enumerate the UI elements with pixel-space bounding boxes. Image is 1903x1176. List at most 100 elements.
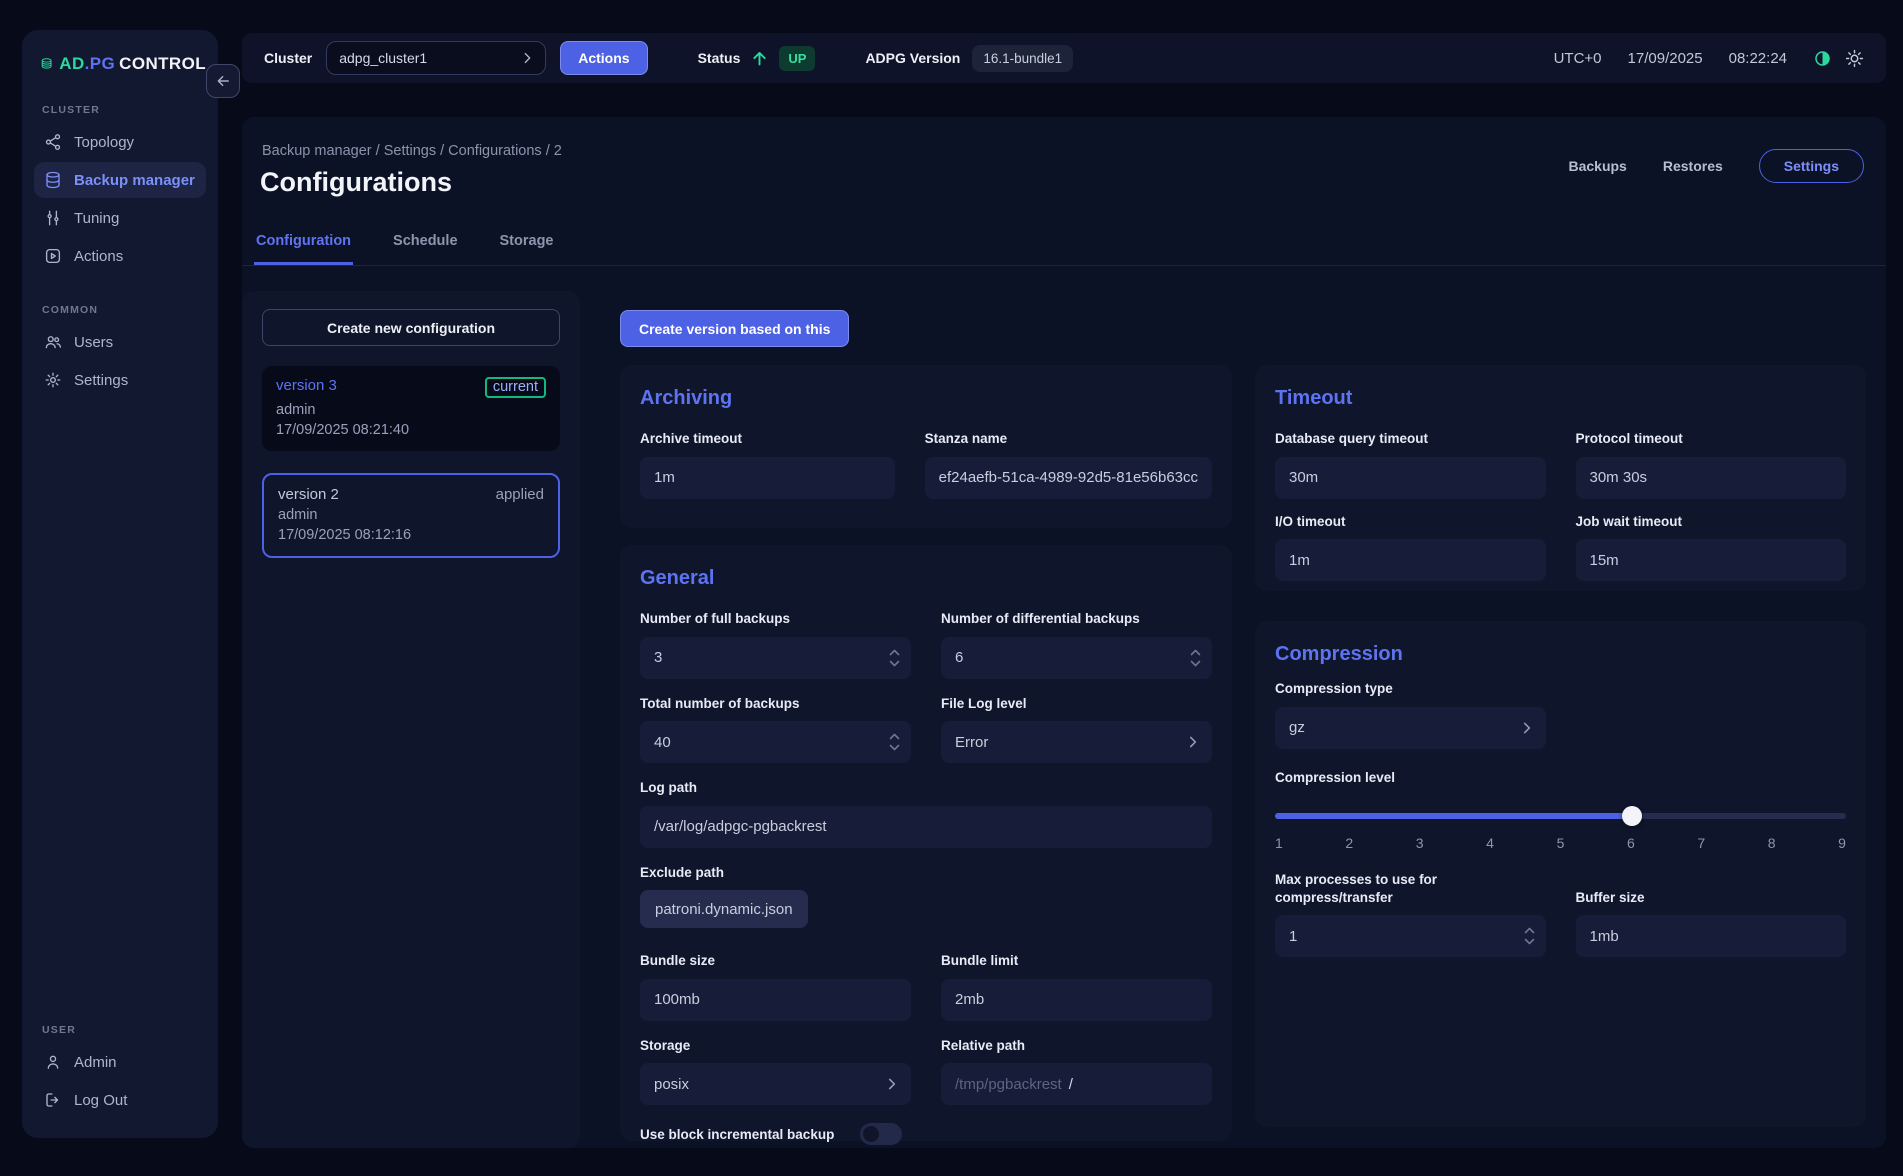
number-stepper[interactable] <box>1524 927 1535 945</box>
tick-label: 5 <box>1556 835 1565 852</box>
storage-select[interactable]: posix <box>640 1063 911 1106</box>
applied-badge: applied <box>495 486 544 503</box>
relative-path-input[interactable]: /tmp/pgbackrest / <box>941 1063 1212 1106</box>
chevron-up-icon[interactable] <box>889 649 900 656</box>
sidebar-item-topology[interactable]: Topology <box>34 124 206 160</box>
timeout-title: Timeout <box>1275 387 1353 409</box>
sidebar-item-tuning[interactable]: Tuning <box>34 200 206 236</box>
backups-button[interactable]: Backups <box>1568 158 1626 174</box>
bundle-size-input[interactable]: 100mb <box>640 978 911 1021</box>
version-name[interactable]: version 2 <box>278 486 339 503</box>
compression-type-label: Compression type <box>1275 681 1393 696</box>
tick-label: 1 <box>1275 835 1283 852</box>
archive-timeout-input[interactable]: 1m <box>640 456 895 499</box>
bundle-size-value: 100mb <box>654 991 700 1009</box>
database-icon <box>46 171 60 189</box>
stanza-name-label: Stanza name <box>924 431 1008 446</box>
log-path-value: /var/log/adpgc-pgbackrest <box>654 818 827 836</box>
chevron-right-icon <box>1523 722 1530 733</box>
theme-contrast-icon[interactable] <box>1813 49 1832 68</box>
breadcrumb[interactable]: Backup manager / Settings / Configuratio… <box>262 143 562 159</box>
compression-type-select[interactable]: gz <box>1275 706 1546 749</box>
timeout-section: Timeout Database query timeout 30m Proto… <box>1255 365 1866 591</box>
archive-timeout-label: Archive timeout <box>640 431 743 446</box>
page-title: Configurations <box>260 167 452 197</box>
relative-path-label: Relative path <box>941 1037 1026 1053</box>
restores-button[interactable]: Restores <box>1663 158 1723 174</box>
protocol-timeout-input[interactable]: 30m 30s <box>1575 456 1846 499</box>
block-incremental-toggle[interactable] <box>860 1123 903 1146</box>
io-timeout-label: I/O timeout <box>1275 513 1346 529</box>
create-new-configuration-button[interactable]: Create new configuration <box>262 309 560 346</box>
compression-level-slider[interactable] <box>1275 806 1846 827</box>
file-log-level-select[interactable]: Error <box>941 721 1212 764</box>
number-stepper[interactable] <box>889 733 900 751</box>
db-query-timeout-input[interactable]: 30m <box>1275 456 1546 499</box>
chevron-down-icon[interactable] <box>1190 660 1201 667</box>
buffer-size-input[interactable]: 1mb <box>1575 915 1846 958</box>
version-author: admin <box>278 507 318 523</box>
sidebar-item-users[interactable]: Users <box>34 324 206 360</box>
actions-button[interactable]: Actions <box>560 41 648 75</box>
diff-backups-input[interactable]: 6 <box>941 636 1212 679</box>
version-name[interactable]: version 3 <box>276 377 337 394</box>
tab-schedule[interactable]: Schedule <box>391 233 459 265</box>
chevron-down-icon[interactable] <box>889 660 900 667</box>
sidebar-item-backup-manager[interactable]: Backup manager <box>34 162 206 198</box>
number-stepper[interactable] <box>1190 649 1201 667</box>
current-badge: current <box>484 377 546 398</box>
cluster-select[interactable]: adpg_cluster1 <box>326 41 547 75</box>
max-processes-input[interactable]: 1 <box>1275 915 1546 958</box>
tab-storage[interactable]: Storage <box>498 233 556 265</box>
sliders-icon <box>47 210 59 226</box>
stanza-name-input[interactable]: ef24aefb-51ca-4989-92d5-81e56b63cc <box>924 456 1212 499</box>
buffer-size-label: Buffer size <box>1575 889 1645 905</box>
chevron-down-icon[interactable] <box>889 744 900 751</box>
job-wait-timeout-input[interactable]: 15m <box>1575 539 1846 582</box>
bundle-limit-input[interactable]: 2mb <box>941 978 1212 1021</box>
chevron-up-icon[interactable] <box>1190 649 1201 656</box>
sidebar-item-label: Admin <box>74 1053 117 1071</box>
sidebar-item-actions[interactable]: Actions <box>34 238 206 274</box>
diff-backups-label: Number of differential backups <box>941 611 1140 626</box>
version-card-3[interactable]: version 3 current admin 17/09/2025 08:21… <box>262 366 560 451</box>
total-backups-input[interactable]: 40 <box>640 721 911 764</box>
max-processes-label: Max processes to use for compress/transf… <box>1275 872 1438 905</box>
tab-configuration[interactable]: Configuration <box>254 233 354 265</box>
full-backups-input[interactable]: 3 <box>640 636 911 679</box>
storage-value: posix <box>654 1075 690 1093</box>
job-wait-timeout-label: Job wait timeout <box>1575 513 1683 529</box>
db-query-timeout-value: 30m <box>1289 469 1319 487</box>
chevron-down-icon[interactable] <box>1524 938 1535 945</box>
version-card-2[interactable]: version 2 applied admin 17/09/2025 08:12… <box>262 473 560 558</box>
chevron-up-icon[interactable] <box>1524 927 1535 934</box>
log-path-label: Log path <box>640 780 697 796</box>
number-stepper[interactable] <box>889 649 900 667</box>
sidebar-item-admin[interactable]: Admin <box>34 1044 206 1080</box>
settings-button[interactable]: Settings <box>1758 149 1864 183</box>
sidebar-item-label: Tuning <box>74 209 120 227</box>
adpg-version-badge: 16.1-bundle1 <box>972 44 1074 72</box>
full-backups-value: 3 <box>654 649 663 667</box>
database-logo-icon <box>41 58 52 69</box>
create-version-button[interactable]: Create version based on this <box>620 310 850 347</box>
sidebar-item-settings[interactable]: Settings <box>34 362 206 398</box>
log-path-input[interactable]: /var/log/adpgc-pgbackrest <box>640 805 1212 848</box>
users-icon <box>45 336 62 349</box>
sidebar-item-label: Backup manager <box>74 171 195 189</box>
slider-track[interactable] <box>1275 806 1846 827</box>
sidebar-item-logout[interactable]: Log Out <box>34 1082 206 1118</box>
app-logo-text: AD.PG CONTROL <box>59 54 206 73</box>
compression-level-ticks: 1 2 3 4 5 6 7 8 9 <box>1275 835 1846 851</box>
sidebar-collapse-button[interactable] <box>206 64 240 98</box>
sidebar-section-user: USER <box>42 1024 76 1036</box>
compression-level-label: Compression level <box>1275 769 1396 785</box>
sidebar-item-label: Settings <box>74 371 129 389</box>
sidebar-item-label: Actions <box>74 247 124 265</box>
chevron-up-icon[interactable] <box>889 733 900 740</box>
exclude-path-chip[interactable]: patroni.dynamic.json <box>640 890 808 929</box>
light-theme-sun-icon[interactable] <box>1845 49 1864 68</box>
io-timeout-input[interactable]: 1m <box>1275 539 1546 582</box>
stanza-name-value: ef24aefb-51ca-4989-92d5-81e56b63cc <box>938 469 1198 487</box>
compression-level-thumb[interactable] <box>1621 806 1642 827</box>
